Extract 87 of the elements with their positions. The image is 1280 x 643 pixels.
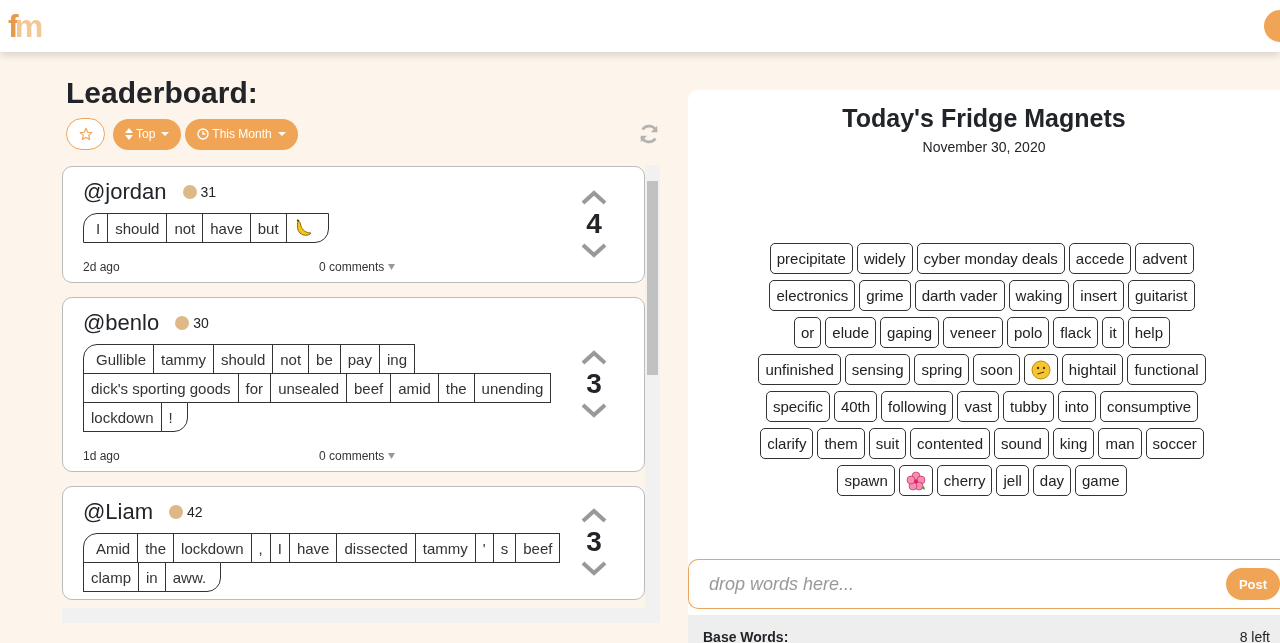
word-magnet[interactable]: man [1098,428,1142,459]
word-tile: dissected [336,533,416,563]
word-tile: I [83,213,109,243]
word-magnet[interactable]: or [794,317,822,348]
word-magnet[interactable]: grime [859,280,911,311]
vote-count: 3 [586,527,602,557]
word-magnet[interactable]: it [1102,317,1124,348]
word-magnet[interactable]: functional [1127,354,1206,385]
word-tile: dick's sporting goods [83,373,239,403]
word-tile: amid [390,373,439,403]
word-tile: unending [473,373,552,403]
points-count: 42 [187,504,203,520]
word-magnet[interactable]: spring [914,354,970,385]
word-magnet[interactable]: unfinished [758,354,841,385]
word-magnet[interactable]: consumptive [1099,391,1199,422]
word-magnet[interactable]: suit [868,428,907,459]
word-magnet[interactable]: 40th [833,391,878,422]
word-magnet[interactable]: specific [765,391,830,422]
word-magnet[interactable]: help [1127,317,1170,348]
leaderboard-title: Leaderboard: [66,76,259,110]
word-magnet[interactable]: following [881,391,954,422]
word-magnet[interactable]: widely [856,243,913,274]
word-tile: lockdown [173,533,252,563]
word-magnet[interactable]: vast [957,391,999,422]
word-magnet[interactable]: guitarist [1128,280,1195,311]
word-magnet[interactable]: spawn [837,465,895,496]
word-tile: Gullible [83,344,155,374]
word-magnet[interactable]: cyber monday deals [916,243,1065,274]
word-magnet[interactable]: accede [1068,243,1132,274]
word-magnet[interactable]: gaping [880,317,940,348]
word-tile: aww. [164,562,222,592]
vote-count: 3 [586,368,602,399]
word-magnet[interactable]: contented [910,428,990,459]
word-magnet[interactable]: waking [1008,280,1070,311]
post-age: 2d ago [83,260,121,274]
word-magnet[interactable]: soccer [1145,428,1204,459]
word-tile: Amid [83,533,139,563]
base-words-title: Base Words: [703,629,789,643]
username[interactable]: @jordan [83,179,167,205]
comments-toggle[interactable]: 0 comments [319,260,396,274]
comments-toggle[interactable]: 0 comments [319,449,396,463]
word-tile: ing [378,344,415,374]
word-magnet[interactable]: clarify [760,428,814,459]
word-magnet[interactable]: king [1052,428,1095,459]
word-magnet[interactable]: game [1075,465,1127,496]
magnets-title: Today's Fridge Magnets [842,104,1126,133]
word-tile: not [166,213,204,243]
points-count: 31 [200,184,217,200]
points-count: 30 [193,315,209,331]
word-tile: I [269,533,290,563]
word-tile: have [288,533,338,563]
word-tile: lockdown [83,402,162,432]
word-magnet[interactable]: veneer [943,317,1003,348]
word-magnet[interactable]: hightail [1061,354,1124,385]
vote-count: 4 [586,208,602,239]
word-magnet[interactable]: elude [825,317,877,348]
word-tile: ! [160,402,188,432]
word-magnet[interactable]: darth vader [914,280,1005,311]
word-tile: s [492,533,517,563]
word-tile: beef [515,533,561,563]
base-words-count: 8 left [1239,629,1270,643]
word-tile: clamp [83,562,139,592]
word-tile: the [437,373,475,403]
word-magnet[interactable]: polo [1006,317,1050,348]
word-magnet[interactable]: jell [996,465,1029,496]
word-tile: should [107,213,168,243]
word-magnet[interactable]: cherry [936,465,993,496]
word-magnet[interactable]: advent [1135,243,1195,274]
word-magnet[interactable]: electronics [769,280,856,311]
word-magnet[interactable]: insert [1073,280,1124,311]
word-magnet[interactable]: day [1032,465,1071,496]
post-age: 1d ago [83,449,121,463]
word-magnet[interactable]: flack [1053,317,1099,348]
word-tile: , [250,533,271,563]
word-magnet[interactable]: sensing [844,354,911,385]
magnets-date: November 30, 2020 [922,139,1046,155]
word-magnet[interactable]: sound [994,428,1049,459]
word-magnet[interactable]: precipitate [769,243,853,274]
username[interactable]: @benlo [83,310,160,336]
word-magnet[interactable]: soon [973,354,1020,385]
word-magnet[interactable]: tubby [1003,391,1054,422]
username[interactable]: @Liam [83,499,154,525]
word-magnet[interactable]: them [817,428,865,459]
word-tile: tammy [414,533,476,563]
word-tile: but [249,213,287,243]
word-magnet[interactable]: into [1057,391,1096,422]
word-tile: have [202,213,251,243]
